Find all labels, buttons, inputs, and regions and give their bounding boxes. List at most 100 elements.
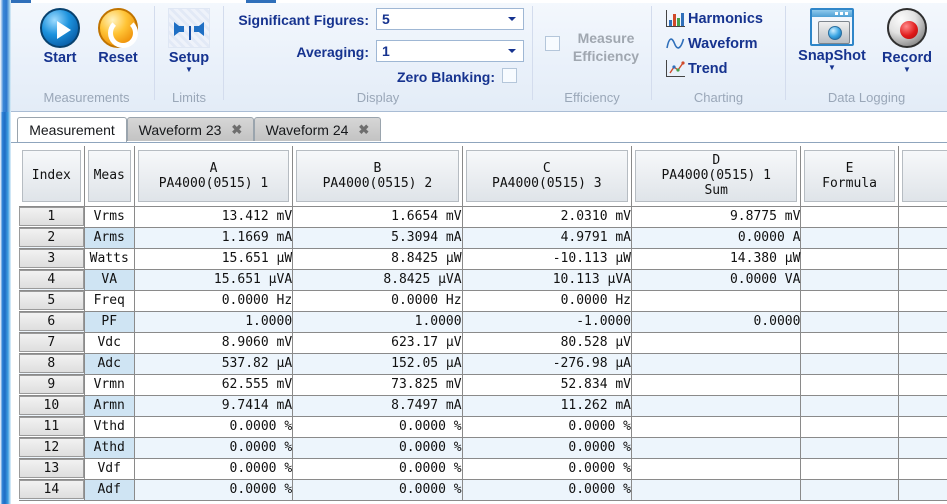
value-cell-b[interactable]: 5.3094 mA (292, 227, 463, 249)
value-cell-d[interactable] (631, 458, 802, 480)
value-cell-e[interactable] (800, 416, 899, 438)
row-index-button[interactable]: 1 (19, 207, 84, 226)
table-row[interactable]: 7 Vdc 8.9060 mV 623.17 µV 80.528 µV (19, 332, 947, 354)
value-cell-d[interactable] (631, 395, 802, 417)
value-cell-c[interactable]: -276.98 µA (462, 353, 633, 375)
value-cell-a[interactable]: 15.651 µW (134, 248, 294, 270)
row-index-button[interactable]: 12 (19, 438, 84, 457)
value-cell-e[interactable] (800, 458, 899, 480)
value-cell-e[interactable] (800, 437, 899, 459)
value-cell-f[interactable] (898, 206, 947, 228)
row-index-button[interactable]: 2 (19, 228, 84, 247)
row-index-button[interactable]: 8 (19, 354, 84, 373)
value-cell-e[interactable] (800, 269, 899, 291)
value-cell-b[interactable]: 8.8425 µW (292, 248, 463, 270)
value-cell-f[interactable] (898, 395, 947, 417)
value-cell-c[interactable]: 11.262 mA (462, 395, 633, 417)
grid-header-col-a[interactable]: A PA4000(0515) 1 (134, 146, 294, 207)
measurement-name-cell[interactable]: PF (84, 311, 135, 333)
value-cell-d[interactable]: 14.380 µW (631, 248, 802, 270)
grid-header-col-c[interactable]: C PA4000(0515) 3 (462, 146, 633, 207)
value-cell-b[interactable]: 8.7497 mA (292, 395, 463, 417)
row-index-button[interactable]: 11 (19, 417, 84, 436)
value-cell-b[interactable]: 0.0000 Hz (292, 290, 463, 312)
value-cell-f[interactable] (898, 269, 947, 291)
value-cell-d[interactable]: 9.8775 mV (631, 206, 802, 228)
record-dropdown-caret-icon[interactable]: ▼ (876, 66, 938, 74)
value-cell-e[interactable] (800, 290, 899, 312)
table-row[interactable]: 14 Adf 0.0000 % 0.0000 % 0.0000 % (19, 479, 947, 501)
table-row[interactable]: 5 Freq 0.0000 Hz 0.0000 Hz 0.0000 Hz (19, 290, 947, 312)
value-cell-e[interactable] (800, 206, 899, 228)
measurement-name-cell[interactable]: VA (84, 269, 135, 291)
grid-header-col-f[interactable] (898, 146, 947, 207)
row-index-cell[interactable]: 5 (19, 290, 85, 312)
value-cell-a[interactable]: 1.1669 mA (134, 227, 294, 249)
value-cell-f[interactable] (898, 227, 947, 249)
tab-waveform-24[interactable]: Waveform 24 ✖ (254, 117, 381, 142)
value-cell-a[interactable]: 537.82 µA (134, 353, 294, 375)
value-cell-e[interactable] (800, 353, 899, 375)
measurement-name-cell[interactable]: Arms (84, 227, 135, 249)
grid-header-col-b[interactable]: B PA4000(0515) 2 (292, 146, 463, 207)
record-button[interactable]: Record ▼ (876, 8, 938, 74)
row-index-cell[interactable]: 7 (19, 332, 85, 354)
value-cell-a[interactable]: 0.0000 % (134, 479, 294, 501)
value-cell-e[interactable] (800, 395, 899, 417)
value-cell-a[interactable]: 1.0000 (134, 311, 294, 333)
value-cell-a[interactable]: 13.412 mV (134, 206, 294, 228)
value-cell-b[interactable]: 1.0000 (292, 311, 463, 333)
row-index-cell[interactable]: 10 (19, 395, 85, 417)
value-cell-f[interactable] (898, 437, 947, 459)
value-cell-a[interactable]: 9.7414 mA (134, 395, 294, 417)
row-index-cell[interactable]: 4 (19, 269, 85, 291)
row-index-button[interactable]: 5 (19, 291, 84, 310)
value-cell-b[interactable]: 0.0000 % (292, 437, 463, 459)
table-row[interactable]: 9 Vrmn 62.555 mV 73.825 mV 52.834 mV (19, 374, 947, 396)
row-index-button[interactable]: 13 (19, 459, 84, 478)
chevron-down-icon[interactable] (508, 17, 516, 21)
setup-dropdown-caret-icon[interactable]: ▼ (162, 66, 216, 74)
table-row[interactable]: 6 PF 1.0000 1.0000 -1.0000 0.0000 (19, 311, 947, 333)
harmonics-button[interactable]: Harmonics (666, 7, 763, 30)
close-icon[interactable]: ✖ (358, 122, 369, 138)
value-cell-c[interactable]: 0.0000 % (462, 416, 633, 438)
table-row[interactable]: 4 VA 15.651 µVA 8.8425 µVA 10.113 µVA 0.0000 … (19, 269, 947, 291)
measurement-name-cell[interactable]: Vdc (84, 332, 135, 354)
value-cell-a[interactable]: 0.0000 % (134, 437, 294, 459)
averaging-select[interactable]: 1 (376, 40, 524, 62)
value-cell-e[interactable] (800, 227, 899, 249)
measurement-grid-container[interactable]: Index Meas A PA4000(0515) 1 B PA4000(051… (11, 142, 947, 504)
table-row[interactable]: 10 Armn 9.7414 mA 8.7497 mA 11.262 mA (19, 395, 947, 417)
table-row[interactable]: 11 Vthd 0.0000 % 0.0000 % 0.0000 % (19, 416, 947, 438)
table-row[interactable]: 1 Vrms 13.412 mV 1.6654 mV 2.0310 mV 9.8775 m… (19, 206, 947, 228)
row-index-cell[interactable]: 11 (19, 416, 85, 438)
value-cell-f[interactable] (898, 290, 947, 312)
measurement-name-cell[interactable]: Adc (84, 353, 135, 375)
measurement-name-cell[interactable]: Adf (84, 479, 135, 501)
value-cell-c[interactable]: 80.528 µV (462, 332, 633, 354)
value-cell-b[interactable]: 152.05 µA (292, 353, 463, 375)
row-index-button[interactable]: 14 (19, 480, 84, 499)
value-cell-d[interactable] (631, 437, 802, 459)
value-cell-d[interactable]: 0.0000 (631, 311, 802, 333)
value-cell-a[interactable]: 15.651 µVA (134, 269, 294, 291)
value-cell-c[interactable]: 52.834 mV (462, 374, 633, 396)
value-cell-f[interactable] (898, 479, 947, 501)
value-cell-c[interactable]: 0.0000 % (462, 479, 633, 501)
value-cell-d[interactable]: 0.0000 VA (631, 269, 802, 291)
value-cell-e[interactable] (800, 479, 899, 501)
value-cell-d[interactable] (631, 374, 802, 396)
measurement-name-cell[interactable]: Freq (84, 290, 135, 312)
value-cell-f[interactable] (898, 248, 947, 270)
value-cell-b[interactable]: 1.6654 mV (292, 206, 463, 228)
waveform-button[interactable]: Waveform (666, 32, 758, 55)
value-cell-e[interactable] (800, 374, 899, 396)
grid-header-col-d[interactable]: D PA4000(0515) 1 Sum (631, 146, 802, 207)
row-index-cell[interactable]: 13 (19, 458, 85, 480)
measurement-name-cell[interactable]: Watts (84, 248, 135, 270)
reset-button[interactable]: Reset (91, 8, 145, 66)
value-cell-b[interactable]: 73.825 mV (292, 374, 463, 396)
tab-measurement[interactable]: Measurement (17, 117, 127, 142)
value-cell-b[interactable]: 0.0000 % (292, 458, 463, 480)
